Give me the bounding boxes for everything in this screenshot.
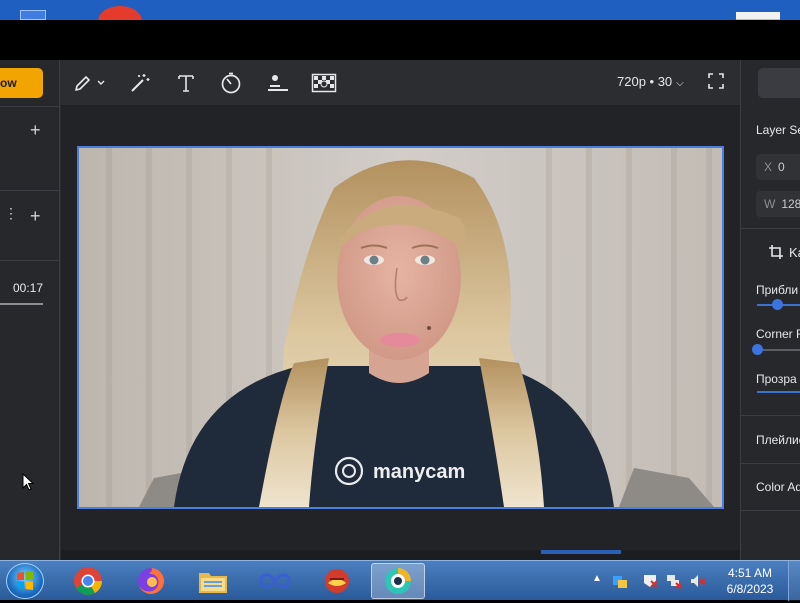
width-field[interactable]: W 128 — [756, 191, 800, 217]
corner-radius-label: Corner R — [756, 327, 800, 341]
timeline-highlight[interactable] — [541, 550, 621, 554]
system-clock[interactable]: 4:51 AM 6/8/2023 — [720, 565, 780, 597]
divider — [741, 228, 800, 229]
corner-radius-knob[interactable] — [752, 344, 763, 355]
mouse-pointer-icon — [22, 472, 35, 496]
divider — [741, 415, 800, 416]
chevron-down-icon: ⌵ — [676, 78, 684, 89]
desktop-app-icon[interactable] — [98, 6, 142, 20]
start-button[interactable] — [6, 563, 44, 599]
playlist-label[interactable]: Плейлис — [756, 433, 800, 447]
svg-text:manycam: manycam — [373, 461, 465, 483]
toolbar: 720p • 30 ⌵ — [61, 60, 740, 106]
sources-panel: ow + ⋮ + 00:17 — [0, 60, 60, 560]
layer-settings-title: Layer Se — [756, 123, 800, 137]
lower-third-icon[interactable] — [265, 71, 291, 95]
x-value: 0 — [778, 160, 785, 174]
file-explorer-icon[interactable] — [186, 563, 240, 599]
resolution-dropdown[interactable]: 720p • 30 ⌵ — [617, 74, 684, 89]
crop-icon[interactable] — [768, 244, 784, 260]
network-app-tray-icon[interactable] — [612, 573, 628, 589]
network-disconnected-icon[interactable] — [666, 573, 682, 589]
webcam-video-preview[interactable]: manycam — [77, 146, 724, 509]
show-hidden-icons[interactable]: ▲ — [592, 573, 602, 584]
timer-icon[interactable] — [219, 71, 243, 95]
media-progress-track[interactable] — [0, 303, 43, 305]
panel-top-button[interactable] — [758, 68, 800, 98]
divider — [0, 260, 60, 261]
firefox-icon[interactable] — [124, 563, 178, 599]
add-layer-icon[interactable]: + — [30, 207, 41, 225]
manycam-window: ow + ⋮ + 00:17 720p • 30 ⌵ manycam Layer… — [0, 60, 800, 560]
divider — [0, 190, 60, 191]
zoom-slider-knob[interactable] — [771, 299, 783, 310]
clock-date: 6/8/2023 — [726, 582, 774, 596]
color-adjust-label[interactable]: Color Ad — [756, 480, 800, 494]
desktop-background — [0, 0, 800, 20]
opacity-slider-track[interactable] — [757, 391, 800, 393]
divider — [0, 106, 60, 107]
w-label: W — [764, 197, 776, 211]
pen-icon[interactable] — [71, 71, 107, 95]
x-label: X — [764, 160, 773, 174]
desktop-shortcut-icon[interactable] — [20, 10, 46, 20]
volume-muted-icon[interactable] — [690, 573, 706, 589]
desktop-document-icon[interactable] — [736, 12, 780, 20]
preview-canvas: manycam — [61, 106, 740, 560]
zoom-label: Прибли — [756, 283, 799, 297]
chrome-icon[interactable] — [61, 563, 115, 599]
more-options-icon[interactable]: ⋮ — [4, 206, 18, 220]
window-title-bar — [0, 20, 800, 60]
infinity-app-icon[interactable] — [248, 563, 302, 599]
fullscreen-icon[interactable] — [708, 73, 724, 89]
divider — [741, 463, 800, 464]
crop-button-label[interactable]: Ka — [789, 245, 800, 260]
action-center-icon[interactable] — [642, 573, 658, 589]
opacity-label: Прозра — [756, 372, 797, 386]
magic-wand-icon[interactable] — [127, 71, 153, 95]
background-icon[interactable] — [310, 71, 338, 95]
red-app-icon[interactable] — [310, 563, 364, 599]
show-desktop-button[interactable] — [788, 561, 800, 601]
clock-time: 4:51 AM — [727, 566, 773, 580]
w-value: 128 — [781, 197, 800, 211]
properties-panel: Layer Se X0 W 128 Ka Прибли Corner R Проз… — [740, 60, 800, 560]
go-live-button[interactable]: ow — [0, 68, 43, 98]
position-x-field[interactable]: X0 — [756, 154, 800, 180]
add-source-icon[interactable]: + — [30, 121, 41, 139]
divider — [741, 510, 800, 511]
corner-radius-track[interactable] — [757, 349, 800, 351]
timeline-strip — [61, 550, 740, 560]
windows-taskbar: ▲ 4:51 AM 6/8/2023 — [0, 560, 800, 601]
webcam-frame-image: manycam — [79, 148, 722, 507]
text-icon[interactable] — [174, 71, 198, 95]
media-time-label: 00:17 — [13, 281, 44, 295]
manycam-icon[interactable] — [371, 563, 425, 599]
resolution-label: 720p • 30 — [617, 74, 673, 89]
